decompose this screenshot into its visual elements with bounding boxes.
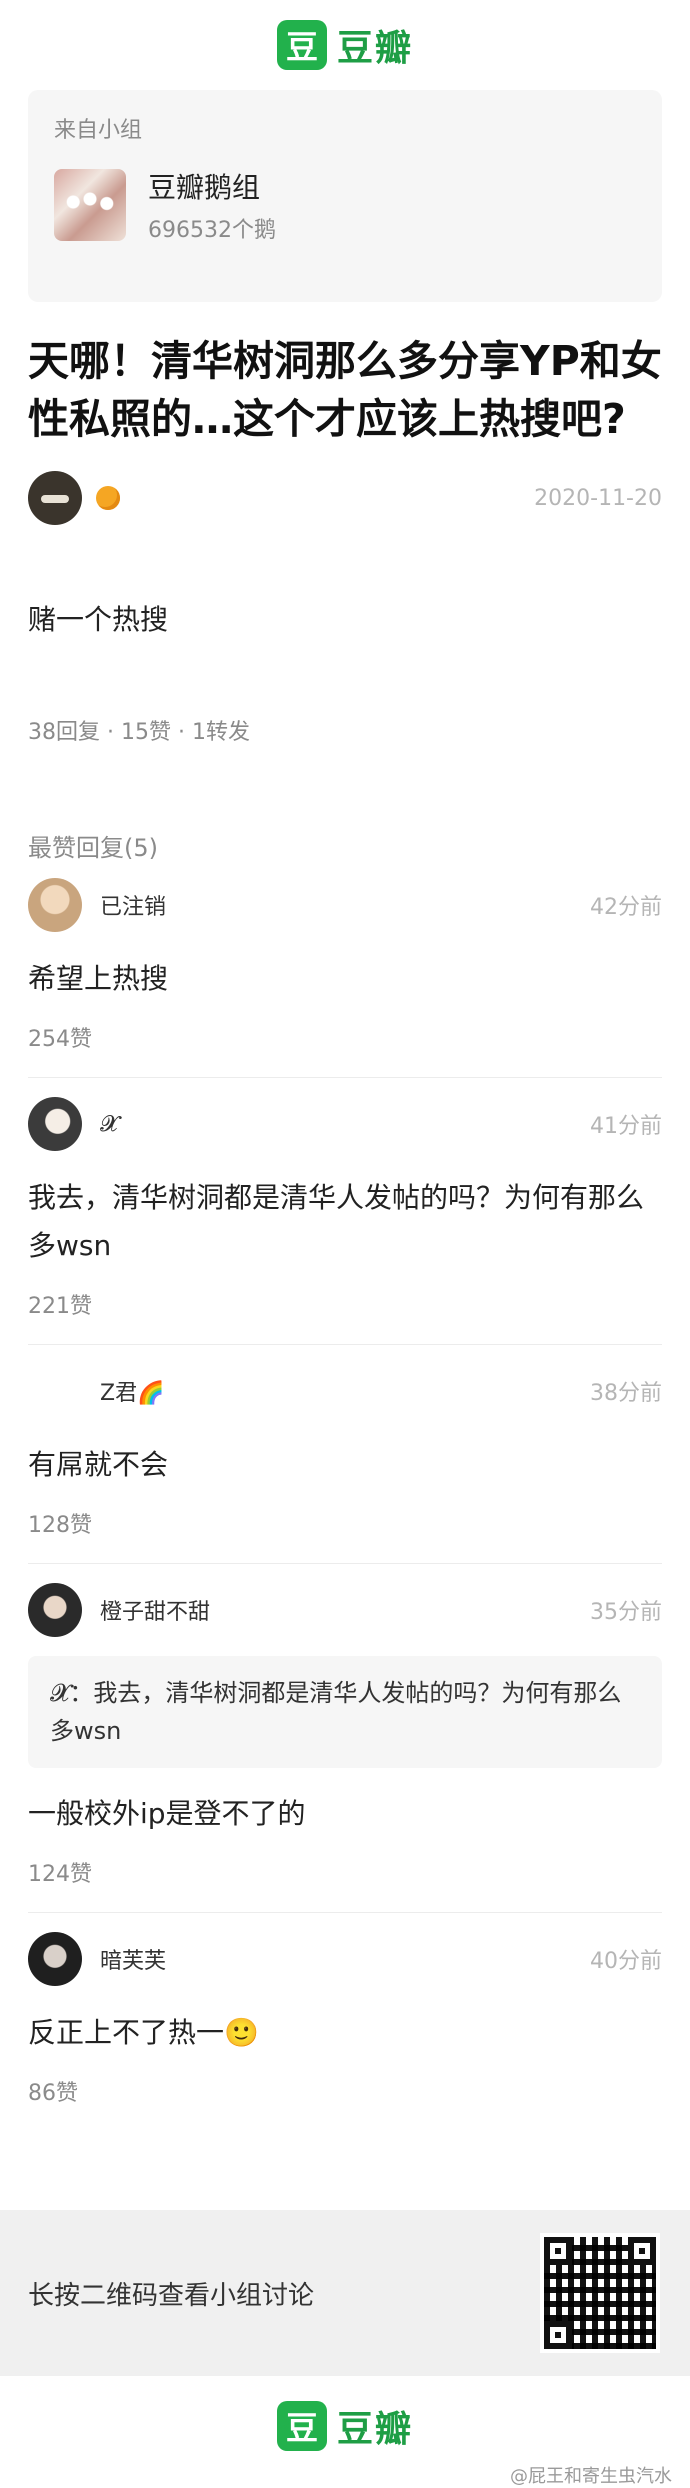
post-date: 2020-11-20 <box>534 485 662 511</box>
reply-item: 已注销 42分前 希望上热搜 254赞 <box>28 877 662 1078</box>
group-member-count: 696532个鹅 <box>148 218 276 243</box>
author-avatar[interactable] <box>28 471 82 525</box>
qr-finder-icon <box>544 2237 572 2265</box>
orange-badge-icon <box>96 486 120 510</box>
reply-time: 42分前 <box>590 895 662 920</box>
reply-header: 𝓧 41分前 <box>28 1096 662 1152</box>
qr-finder-icon <box>628 2237 656 2265</box>
qr-prompt: 长按二维码查看小组讨论 <box>28 2280 315 2311</box>
reply-header: 橙子甜不甜 35分前 <box>28 1582 662 1638</box>
qr-finder-icon <box>544 2321 572 2349</box>
reply-item: 𝓧 41分前 我去，清华树洞都是清华人发帖的吗？为何有那么多wsn 221赞 <box>28 1078 662 1345</box>
reply-likes[interactable]: 86赞 <box>28 2075 662 2131</box>
reply-avatar[interactable] <box>28 1097 82 1151</box>
reply-time: 35分前 <box>590 1600 662 1625</box>
reply-quote: 𝓧：我去，清华树洞都是清华人发帖的吗？为何有那么多wsn <box>28 1656 662 1768</box>
reply-header: 已注销 42分前 <box>28 877 662 933</box>
reply-author[interactable]: Z君🌈 <box>100 1375 164 1407</box>
reply-likes[interactable]: 128赞 <box>28 1507 662 1563</box>
post-stats: 38回复 · 15赞 · 1转发 <box>28 720 250 745</box>
douban-logo-icon: 豆 <box>276 2401 327 2451</box>
reply-header: Z君🌈 38分前 <box>28 1363 662 1419</box>
reply-avatar[interactable] <box>28 878 82 932</box>
reply-text: 有屌就不会 <box>28 1448 169 1481</box>
reply-text: 希望上热搜 <box>28 962 169 995</box>
reply-time: 40分前 <box>590 1949 662 1974</box>
douban-logo[interactable]: 豆 豆瓣 <box>276 19 413 71</box>
group-from-label: 来自小组 <box>54 118 143 143</box>
group-text: 豆瓣鹅组 696532个鹅 <box>148 166 276 244</box>
reply-likes[interactable]: 221赞 <box>28 1288 662 1344</box>
qr-code-icon[interactable] <box>540 2233 660 2353</box>
reply-author[interactable]: 暗芙芙 <box>100 1943 166 1975</box>
reply-likes[interactable]: 254赞 <box>28 1021 662 1077</box>
reply-author[interactable]: 橙子甜不甜 <box>100 1594 210 1626</box>
reply-likes[interactable]: 124赞 <box>28 1856 662 1912</box>
qr-footer: 长按二维码查看小组讨论 <box>0 2210 690 2376</box>
reply-avatar[interactable] <box>28 1583 82 1637</box>
reply-avatar[interactable] <box>28 1932 82 1986</box>
douban-logo-text: 豆瓣 <box>336 28 413 69</box>
top-header: 豆 豆瓣 <box>0 0 690 90</box>
reply-header: 暗芙芙 40分前 <box>28 1931 662 1987</box>
reply-author[interactable]: 已注销 <box>100 889 166 921</box>
reply-time: 41分前 <box>590 1114 662 1139</box>
group-name: 豆瓣鹅组 <box>148 171 261 204</box>
post-title: 天哪！清华树洞那么多分享YP和女性私照的…这个才应该上热搜吧? <box>28 337 662 443</box>
reply-time: 38分前 <box>590 1381 662 1406</box>
reply-text: 我去，清华树洞都是清华人发帖的吗？为何有那么多wsn <box>28 1181 645 1262</box>
reply-item: Z君🌈 38分前 有屌就不会 128赞 <box>28 1345 662 1564</box>
douban-logo-icon: 豆 <box>276 20 327 70</box>
douban-logo[interactable]: 豆 豆瓣 <box>276 2400 413 2452</box>
douban-logo-text: 豆瓣 <box>336 2409 413 2450</box>
group-thumbnail <box>54 169 126 241</box>
post-body: 赌一个热搜 <box>28 603 169 636</box>
reply-item: 橙子甜不甜 35分前 𝓧：我去，清华树洞都是清华人发帖的吗？为何有那么多wsn … <box>28 1564 662 1913</box>
reply-author[interactable]: 𝓧 <box>100 1112 118 1137</box>
reply-text: 一般校外ip是登不了的 <box>28 1797 306 1830</box>
bottom-logo: 豆 豆瓣 <box>0 2400 690 2452</box>
group-card[interactable]: 来自小组 豆瓣鹅组 696532个鹅 <box>28 90 662 302</box>
weibo-credit: @屁王和寄生虫汽水 <box>510 2466 672 2487</box>
reply-text: 反正上不了热一🙂 <box>28 2016 259 2049</box>
group-info: 豆瓣鹅组 696532个鹅 <box>54 166 636 244</box>
top-replies-label: 最赞回复(5) <box>28 834 158 862</box>
reply-item: 暗芙芙 40分前 反正上不了热一🙂 86赞 <box>28 1913 662 2131</box>
reply-avatar[interactable] <box>28 1364 82 1418</box>
post-author-row: 2020-11-20 <box>28 470 662 526</box>
